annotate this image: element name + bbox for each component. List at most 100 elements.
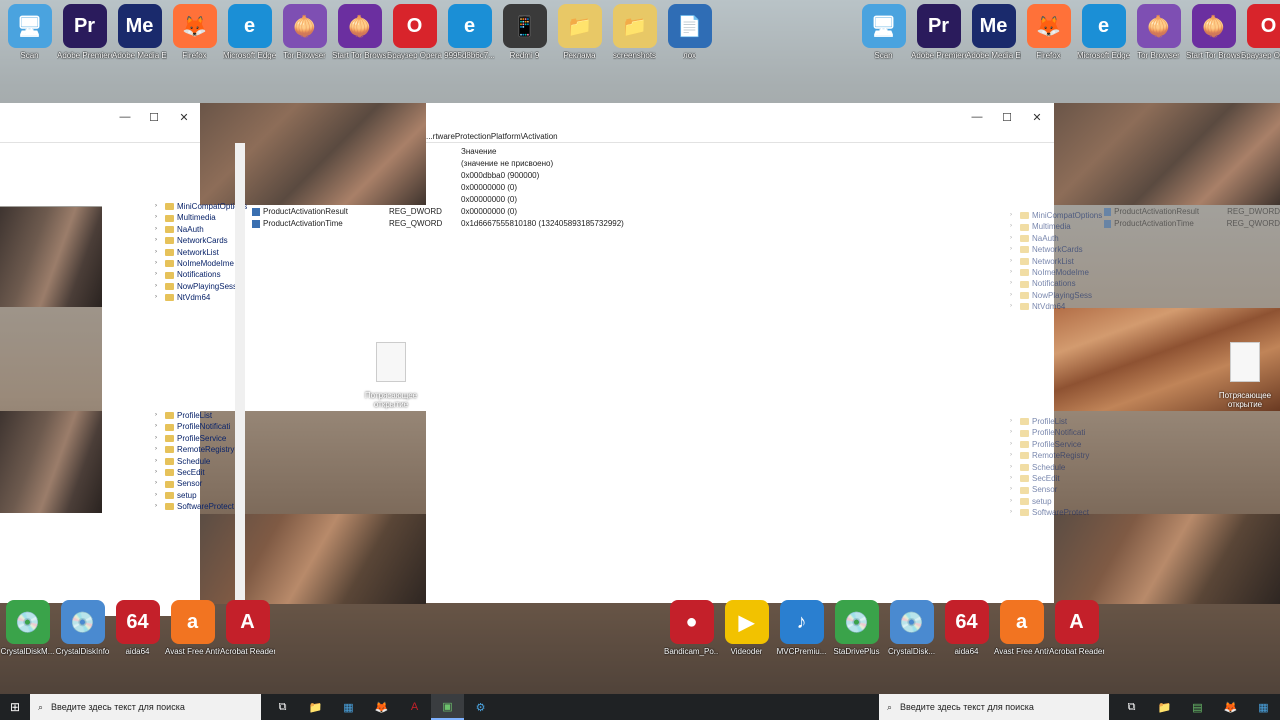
registry-tree-item[interactable]: › NaAuth xyxy=(155,224,247,235)
registry-tree-item[interactable]: › Notifications xyxy=(155,269,247,280)
expand-arrow-icon[interactable]: › xyxy=(155,456,165,467)
expand-arrow-icon[interactable]: › xyxy=(155,490,165,501)
registry-tree-item[interactable]: › NetworkCards xyxy=(1010,244,1102,255)
expand-arrow-icon[interactable]: › xyxy=(155,467,165,478)
registry-value-row[interactable]: ProductActivationTime REG_QWORD xyxy=(252,218,672,230)
desktop-icon-bottom-right-0[interactable]: ● Bandicam_Po... xyxy=(664,600,719,668)
registry-tree-item[interactable]: › ProfileNotificati xyxy=(1010,427,1089,438)
expand-arrow-icon[interactable]: › xyxy=(1010,462,1020,473)
desktop-icon-right-3[interactable]: 🦊 Firefox xyxy=(1021,4,1076,72)
desktop-icon-2[interactable]: Me Adobe Media Encoder 2020 xyxy=(112,4,167,72)
registry-value-row[interactable]: ProductActivationTime REG_QWORD xyxy=(1104,218,1280,230)
expand-arrow-icon[interactable]: › xyxy=(1010,427,1020,438)
expand-arrow-icon[interactable]: › xyxy=(155,269,165,280)
expand-arrow-icon[interactable]: › xyxy=(1010,473,1020,484)
file-explorer-icon[interactable]: 📁 xyxy=(299,694,332,720)
tree-scrollbar[interactable] xyxy=(235,143,245,603)
registry-tree-item[interactable]: › ProfileService xyxy=(1010,439,1089,450)
desktop-icon-bottom-right-4[interactable]: 💿 CrystalDisk... xyxy=(884,600,939,668)
desktop-icon-7[interactable]: O Браузер Opera xyxy=(387,4,442,72)
registry-tree-item[interactable]: › setup xyxy=(1010,496,1089,507)
minimize-button[interactable]: — xyxy=(110,103,140,131)
desktop-icon-3[interactable]: 🦊 Firefox xyxy=(167,4,222,72)
desktop-icon-bottom-right-1[interactable]: ▶ Videoder xyxy=(719,600,774,668)
minimize-button-right[interactable]: — xyxy=(962,103,992,131)
registry-tree-item[interactable]: › ProfileService xyxy=(155,433,234,444)
desktop-icon-bottom-0[interactable]: 💿 CrystalDiskM... xyxy=(0,600,55,668)
expand-arrow-icon[interactable]: › xyxy=(1010,244,1020,255)
registry-tree-item[interactable]: › RemoteRegistry xyxy=(155,444,234,455)
desktop-icon-10[interactable]: 📁 Реклама xyxy=(552,4,607,72)
registry-tree-item[interactable]: › Multimedia xyxy=(155,212,247,223)
expand-arrow-icon[interactable]: › xyxy=(1010,450,1020,461)
firefox-icon-2[interactable]: 🦊 xyxy=(1214,694,1247,720)
expand-arrow-icon[interactable]: › xyxy=(155,421,165,432)
app-icon[interactable]: ▣ xyxy=(431,694,464,720)
expand-arrow-icon[interactable]: › xyxy=(1010,416,1020,427)
expand-arrow-icon[interactable]: › xyxy=(1010,439,1020,450)
desktop-icon-right-5[interactable]: 🧅 Tor Browser xyxy=(1131,4,1186,72)
registry-tree-item[interactable]: › Notifications xyxy=(1010,278,1102,289)
maximize-button[interactable]: ☐ xyxy=(139,103,169,131)
registry-tree-item[interactable]: › SecEdit xyxy=(155,467,234,478)
registry-tree-item[interactable]: › Sensor xyxy=(1010,484,1089,495)
expand-arrow-icon[interactable]: › xyxy=(1010,233,1020,244)
registry-tree-item[interactable]: › RemoteRegistry xyxy=(1010,450,1089,461)
app-icon-3[interactable]: ▦ xyxy=(1247,694,1280,720)
expand-arrow-icon[interactable]: › xyxy=(1010,278,1020,289)
desktop-icon-4[interactable]: e Microsoft Edge xyxy=(222,4,277,72)
registry-tree-item[interactable]: › ProfileList xyxy=(155,410,234,421)
desktop-icon-bottom-right-3[interactable]: 💿 StaDrivePlus xyxy=(829,600,884,668)
expand-arrow-icon[interactable]: › xyxy=(155,235,165,246)
registry-tree-item[interactable]: › NoImeModeIme xyxy=(155,258,247,269)
desktop-icon-right-4[interactable]: e Microsoft Edge xyxy=(1076,4,1131,72)
desktop-icon-bottom-right-2[interactable]: ♪ MVCPremiu... xyxy=(774,600,829,668)
file-explorer-icon-2[interactable]: 📁 xyxy=(1148,694,1181,720)
registry-tree-item[interactable]: › Multimedia xyxy=(1010,221,1102,232)
registry-tree-item[interactable]: › NowPlayingSess xyxy=(1010,290,1102,301)
start-button[interactable]: ⊞ xyxy=(0,694,30,720)
registry-tree-item[interactable]: › NaAuth xyxy=(1010,233,1102,244)
search-box-ghost[interactable]: ⌕ Введите здесь текст для поиска xyxy=(879,694,1109,720)
desktop-icon-right-0[interactable]: 🖥 Scan xyxy=(856,4,911,72)
registry-tree-item[interactable]: › NowPlayingSess xyxy=(155,281,247,292)
desktop-icon-9[interactable]: 📱 Redmi 9 xyxy=(497,4,552,72)
calculator-icon[interactable]: ▦ xyxy=(332,694,365,720)
task-view-icon[interactable]: ⧉ xyxy=(266,694,299,720)
expand-arrow-icon[interactable]: › xyxy=(155,292,165,303)
expand-arrow-icon[interactable]: › xyxy=(155,433,165,444)
desktop-icon-6[interactable]: 🧅 Start Tor Browser xyxy=(332,4,387,72)
registry-tree-item[interactable]: › NoImeModeIme xyxy=(1010,267,1102,278)
close-button-right[interactable]: ✕ xyxy=(1022,103,1052,131)
desktop-icon-bottom-1[interactable]: 💿 CrystalDiskInfo xyxy=(55,600,110,668)
expand-arrow-icon[interactable]: › xyxy=(155,247,165,258)
registry-tree-item[interactable]: › MiniCompatOptions xyxy=(1010,210,1102,221)
expand-arrow-icon[interactable]: › xyxy=(1010,484,1020,495)
registry-tree-item[interactable]: › Sensor xyxy=(155,478,234,489)
acrobat-icon[interactable]: A xyxy=(398,694,431,720)
expand-arrow-icon[interactable]: › xyxy=(155,281,165,292)
registry-tree-item[interactable]: › Schedule xyxy=(155,456,234,467)
expand-arrow-icon[interactable]: › xyxy=(155,444,165,455)
desktop-icon-right-1[interactable]: Pr Adobe Premiere P... xyxy=(911,4,966,72)
expand-arrow-icon[interactable]: › xyxy=(1010,221,1020,232)
task-view-icon-2[interactable]: ⧉ xyxy=(1115,694,1148,720)
document-file-icon[interactable] xyxy=(376,342,406,382)
address-bar[interactable]: ...rtwareProtectionPlatform\Activation xyxy=(426,131,1054,143)
registry-tree-item[interactable]: › Schedule xyxy=(1010,462,1089,473)
desktop-icon-11[interactable]: 📁 screenshots xyxy=(607,4,662,72)
expand-arrow-icon[interactable]: › xyxy=(1010,301,1020,312)
expand-arrow-icon[interactable]: › xyxy=(155,478,165,489)
registry-tree-item[interactable]: › NetworkList xyxy=(155,247,247,258)
registry-tree-item[interactable]: › ProfileList xyxy=(1010,416,1089,427)
close-button[interactable]: ✕ xyxy=(169,103,199,131)
document-file-icon-right[interactable] xyxy=(1230,342,1260,382)
app-icon-2[interactable]: ▤ xyxy=(1181,694,1214,720)
registry-tree-item[interactable]: › NtVdm64 xyxy=(1010,301,1102,312)
expand-arrow-icon[interactable]: › xyxy=(1010,267,1020,278)
firefox-icon[interactable]: 🦊 xyxy=(365,694,398,720)
expand-arrow-icon[interactable]: › xyxy=(1010,496,1020,507)
desktop-icon-bottom-3[interactable]: a Avast Free Antivirus xyxy=(165,600,220,668)
desktop-icon-bottom-right-5[interactable]: 64 aida64 xyxy=(939,600,994,668)
registry-value-row[interactable]: ProductActivationResult REG_DWORD xyxy=(1104,206,1280,218)
